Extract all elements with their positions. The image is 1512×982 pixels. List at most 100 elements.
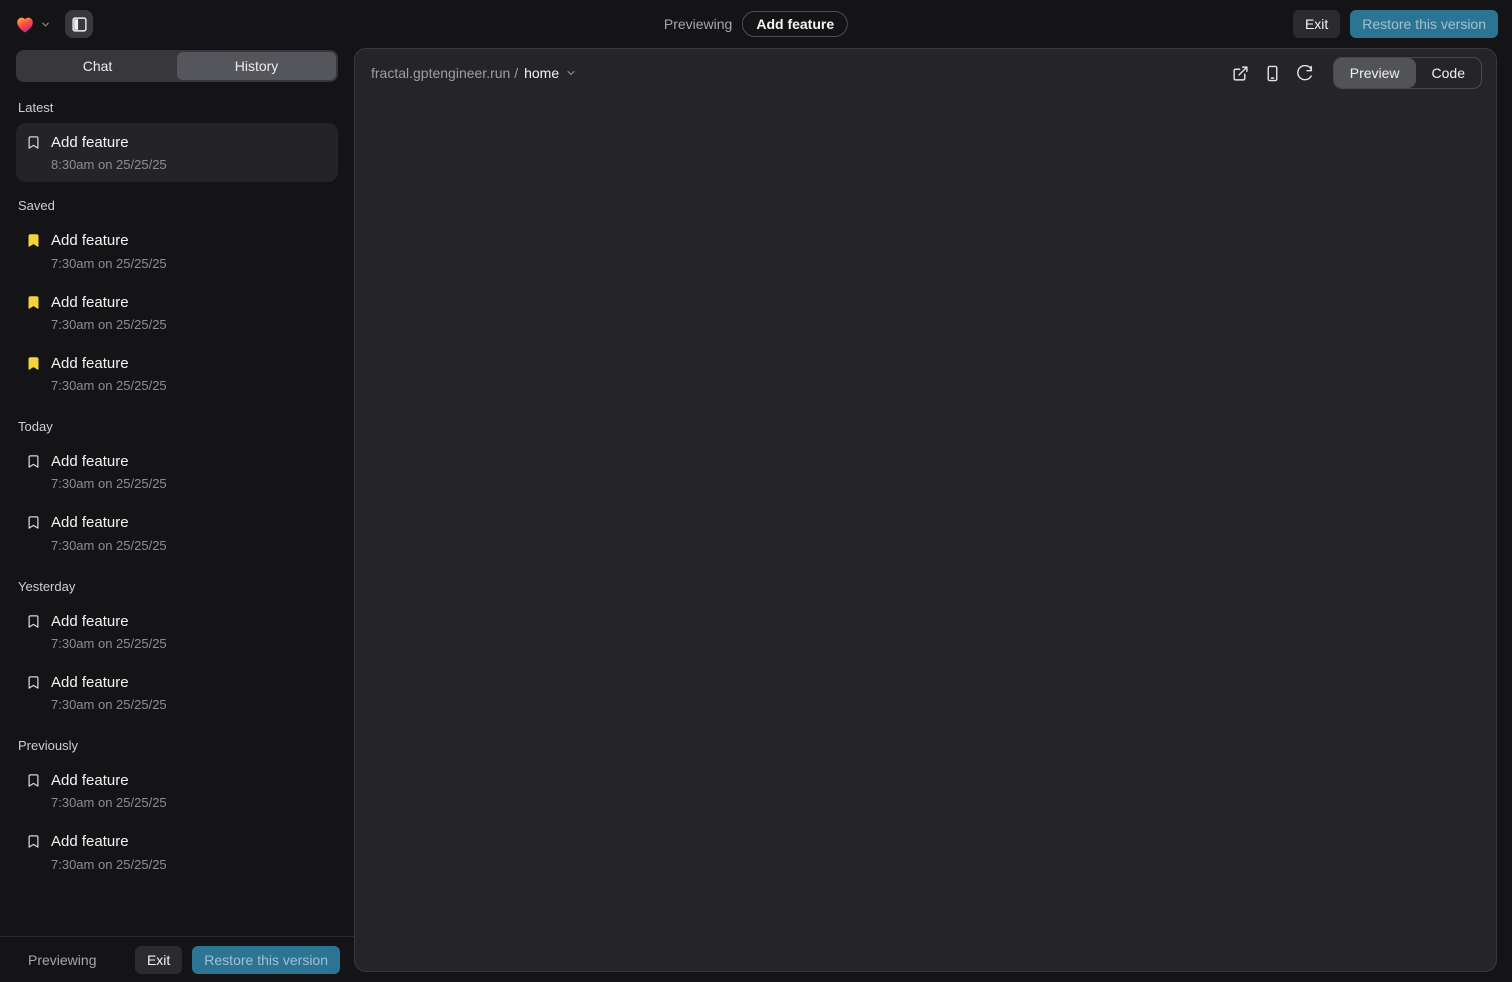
bookmark-icon [26,454,41,469]
history-item-time: 7:30am on 25/25/25 [51,636,167,651]
view-mode-toggle: Preview Code [1333,57,1482,89]
history-section-title: Previously [16,730,338,759]
bookmark-filled-icon [26,356,41,371]
history-item-title: Add feature [51,832,167,852]
tab-history[interactable]: History [177,52,336,80]
previewing-status: Previewing [664,16,732,32]
history-item[interactable]: Add feature 7:30am on 25/25/25 [16,602,338,661]
history-item[interactable]: Add feature 7:30am on 25/25/25 [16,283,338,342]
toggle-preview[interactable]: Preview [1334,58,1416,88]
history-item-time: 7:30am on 25/25/25 [51,857,167,872]
preview-panel-header: fractal.gptengineer.run / home [355,49,1496,97]
history-item-title: Add feature [51,513,167,533]
history-item-title: Add feature [51,612,167,632]
history-item-title: Add feature [51,673,167,693]
bookmark-filled-icon [26,233,41,248]
bookmark-filled-icon [26,295,41,310]
restore-version-button[interactable]: Restore this version [192,946,340,974]
history-item-title: Add feature [51,293,167,313]
history-item-time: 8:30am on 25/25/25 [51,157,167,172]
history-section-title: Latest [16,92,338,121]
exit-button[interactable]: Exit [1293,10,1340,38]
history-item[interactable]: Add feature 7:30am on 25/25/25 [16,221,338,280]
history-sidebar: Chat History Latest Add feature 8:30am on … [0,48,354,982]
history-item-text: Add feature 8:30am on 25/25/25 [51,133,167,172]
chevron-down-icon [565,67,577,79]
smartphone-icon [1264,65,1281,82]
sidebar-tabs: Chat History [16,50,338,82]
mobile-view-button[interactable] [1259,59,1287,87]
url-page: home [524,65,559,81]
history-section: YesterdayAdd feature7:30am on 25/25/25Ad… [16,571,338,723]
history-item-time: 7:30am on 25/25/25 [51,476,167,491]
history-item[interactable]: Add feature 7:30am on 25/25/25 [16,344,338,403]
bookmark-icon [26,834,41,849]
version-badge[interactable]: Add feature [742,11,848,37]
history-item[interactable]: Add feature 7:30am on 25/25/25 [16,442,338,501]
preview-actions: Preview Code [1227,57,1482,89]
restore-version-button[interactable]: Restore this version [1350,10,1498,38]
history-item[interactable]: Add feature 8:30am on 25/25/25 [16,123,338,182]
workspace-menu[interactable] [14,13,51,35]
chevron-down-icon [40,19,51,30]
history-item-title: Add feature [51,354,167,374]
history-section: TodayAdd feature7:30am on 25/25/25Add fe… [16,411,338,563]
bookmark-icon [26,135,41,150]
exit-button[interactable]: Exit [135,946,182,974]
url-selector[interactable]: fractal.gptengineer.run / home [371,65,577,81]
bookmark-icon [26,675,41,690]
preview-viewport[interactable] [355,97,1496,971]
history-item-time: 7:30am on 25/25/25 [51,697,167,712]
history-item-time: 7:30am on 25/25/25 [51,317,167,332]
panel-left-icon [71,16,88,33]
history-item-title: Add feature [51,231,167,251]
history-item-text: Add feature 7:30am on 25/25/25 [51,832,167,871]
content-area: Chat History Latest Add feature 8:30am on … [0,48,1512,982]
history-item-text: Add feature 7:30am on 25/25/25 [51,293,167,332]
history-item-text: Add feature 7:30am on 25/25/25 [51,513,167,552]
bookmark-icon [26,515,41,530]
topbar-left-group [14,10,93,38]
history-item[interactable]: Add feature 7:30am on 25/25/25 [16,503,338,562]
open-external-button[interactable] [1227,59,1255,87]
history-item[interactable]: Add feature 7:30am on 25/25/25 [16,761,338,820]
history-item-text: Add feature 7:30am on 25/25/25 [51,354,167,393]
topbar-center-group: Previewing Add feature [664,0,848,48]
history-item[interactable]: Add feature 7:30am on 25/25/25 [16,822,338,881]
preview-panel: fractal.gptengineer.run / home [354,48,1497,972]
external-link-icon [1232,65,1249,82]
top-bar: Previewing Add feature Exit Restore this… [0,0,1512,48]
previewing-status: Previewing [28,952,96,968]
history-item-time: 7:30am on 25/25/25 [51,795,167,810]
history-section-title: Yesterday [16,571,338,600]
history-section-title: Saved [16,190,338,219]
history-item-text: Add feature 7:30am on 25/25/25 [51,771,167,810]
bookmark-icon [26,773,41,788]
history-item[interactable]: Add feature 7:30am on 25/25/25 [16,663,338,722]
history-item-title: Add feature [51,452,167,472]
history-section: Latest Add feature 8:30am on 25/25/25 [16,92,338,182]
history-item-time: 7:30am on 25/25/25 [51,256,167,271]
bookmark-icon [26,614,41,629]
history-item-text: Add feature 7:30am on 25/25/25 [51,452,167,491]
heart-logo-icon [14,13,36,35]
refresh-icon [1296,65,1313,82]
history-section-title: Today [16,411,338,440]
history-item-text: Add feature 7:30am on 25/25/25 [51,231,167,270]
history-list: Latest Add feature 8:30am on 25/25/25 Saved… [14,82,340,936]
sidebar-footer: Previewing Exit Restore this version [0,936,354,982]
history-item-title: Add feature [51,771,167,791]
history-item-title: Add feature [51,133,167,153]
toggle-code[interactable]: Code [1416,58,1481,88]
history-item-time: 7:30am on 25/25/25 [51,378,167,393]
tab-chat[interactable]: Chat [18,52,177,80]
history-item-text: Add feature 7:30am on 25/25/25 [51,612,167,651]
history-item-text: Add feature 7:30am on 25/25/25 [51,673,167,712]
history-section: SavedAdd feature7:30am on 25/25/25Add fe… [16,190,338,403]
toggle-sidebar-button[interactable] [65,10,93,38]
history-item-time: 7:30am on 25/25/25 [51,538,167,553]
url-prefix: fractal.gptengineer.run / [371,65,518,81]
topbar-right-group: Exit Restore this version [1293,10,1498,38]
history-section: PreviouslyAdd feature7:30am on 25/25/25A… [16,730,338,882]
refresh-button[interactable] [1291,59,1319,87]
